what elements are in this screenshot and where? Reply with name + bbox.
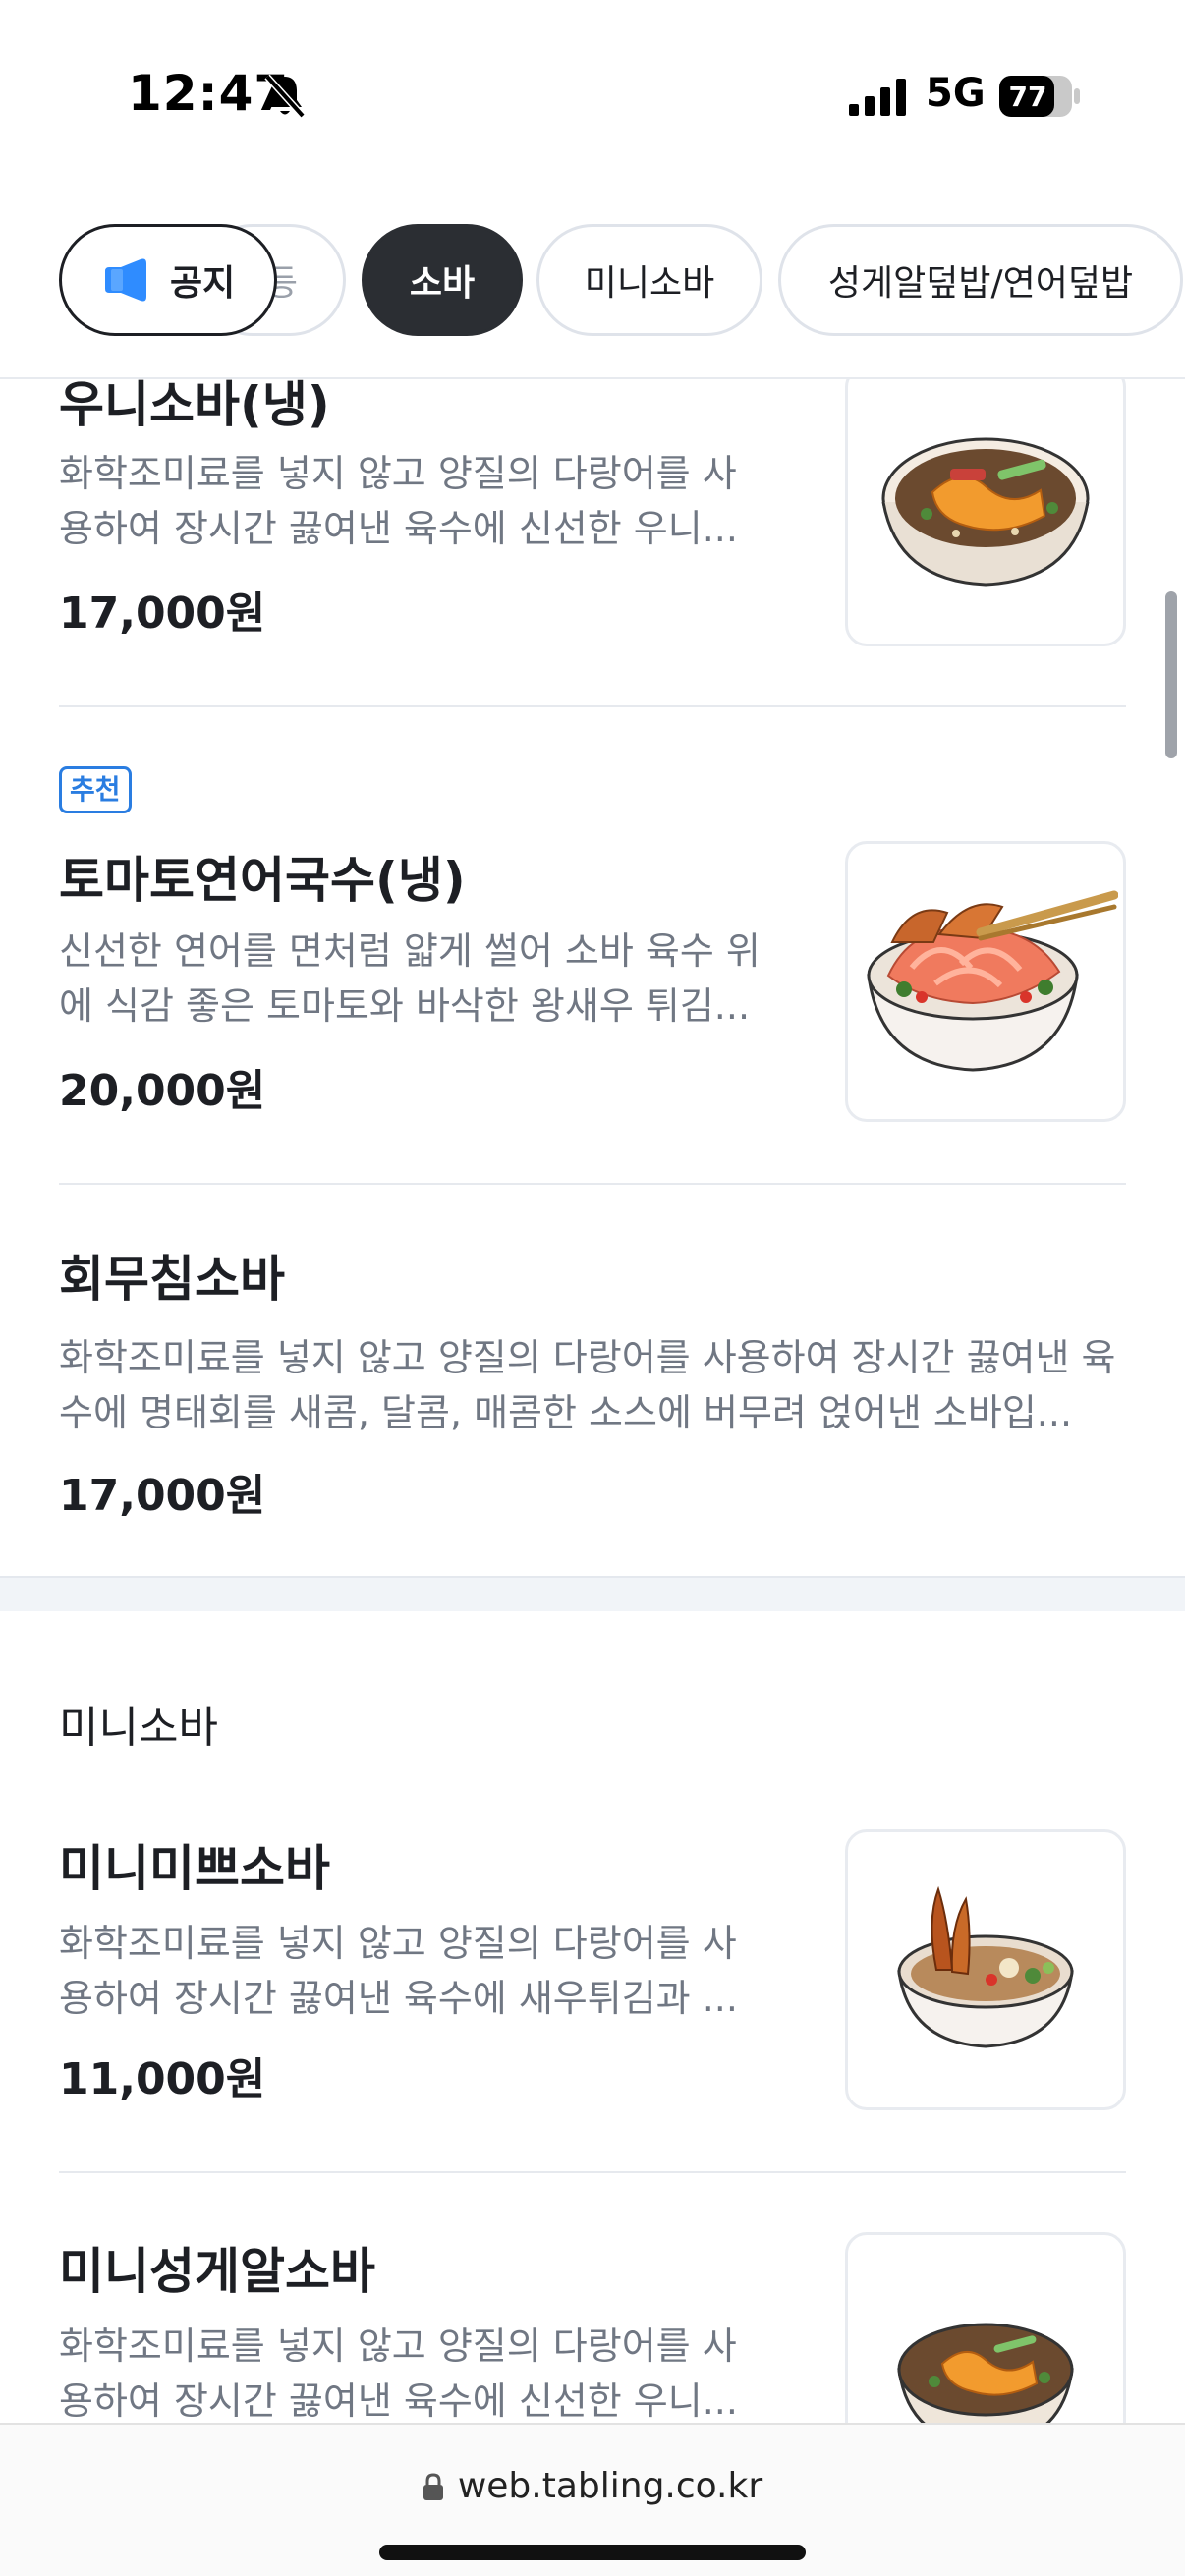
- tab-label: 소바: [409, 263, 476, 304]
- notice-label: 공지: [170, 263, 236, 304]
- shrimp-soba-image: [897, 1885, 1074, 2048]
- url-display[interactable]: web.tabling.co.kr: [0, 2466, 1185, 2506]
- tab-label: 미니소바: [584, 263, 715, 304]
- section-title-mini-soba: 미니소바: [59, 1703, 218, 1753]
- page: 12:47 5G 77 등 소바 미니소바 성게알덮밥/연어덮밥 공지 우니소바…: [0, 0, 1185, 2576]
- lock-icon: [423, 2472, 443, 2500]
- menu-divider: [59, 1183, 1126, 1185]
- menu-description: 화학조미료를 넣지 않고 양질의 다랑어를 사용하여 장시간 끓여낸 육수에 신…: [59, 452, 738, 550]
- scrollbar-thumb[interactable]: [1165, 591, 1177, 758]
- menu-item-mini-shrimp-soba[interactable]: 미니미쁘소바 화학조미료를 넣지 않고 양질의 다랑어를 사용하여 장시간 끓여…: [59, 1829, 1126, 2114]
- cellular-signal-icon: [849, 79, 906, 116]
- menu-description: 화학조미료를 넣지 않고 양질의 다랑어를 사용하여 장시간 끓여낸 육수에 신…: [59, 2324, 738, 2423]
- url-text: web.tabling.co.kr: [457, 2466, 763, 2506]
- recommend-badge: 추천: [59, 766, 132, 813]
- menu-name: 토마토연어국수(냉): [59, 852, 466, 909]
- tab-mini-soba[interactable]: 미니소바: [536, 224, 762, 336]
- notice-button[interactable]: 공지: [59, 224, 277, 336]
- menu-item-urchin-soba[interactable]: 우니소바(냉) 화학조미료를 넣지 않고 양질의 다랑어를 사용하여 장시간 끓…: [59, 356, 1126, 670]
- silent-bell-icon: [264, 74, 306, 119]
- menu-price: 20,000원: [59, 1066, 266, 1116]
- tab-label: 성게알덮밥/연어덮밥: [827, 263, 1134, 304]
- megaphone-icon: [105, 258, 146, 302]
- menu-name: 미니미쁘소바: [59, 1840, 330, 1897]
- section-separator: [0, 1576, 1185, 1611]
- menu-item-tomato-salmon-noodle[interactable]: 추천 토마토연어국수(냉) 신선한 연어를 면처럼 얇게 썰어 소바 육수 위에…: [59, 766, 1126, 1130]
- battery-level: 77: [1009, 81, 1047, 113]
- home-indicator[interactable]: [379, 2545, 806, 2560]
- menu-description: 화학조미료를 넣지 않고 양질의 다랑어를 사용하여 장시간 끓여낸 육수에 명…: [59, 1336, 1116, 1434]
- menu-price: 11,000원: [59, 2054, 266, 2104]
- menu-divider: [59, 705, 1126, 707]
- menu-price: 17,000원: [59, 1471, 266, 1521]
- soba-bowl-image: [881, 437, 1090, 587]
- menu-image: [845, 1829, 1126, 2110]
- menu-description: 화학조미료를 넣지 않고 양질의 다랑어를 사용하여 장시간 끓여낸 육수에 새…: [59, 1922, 738, 2020]
- browser-address-bar[interactable]: web.tabling.co.kr: [0, 2423, 1185, 2576]
- category-tabs: 등 소바 미니소바 성게알덮밥/연어덮밥 공지: [0, 196, 1185, 379]
- menu-name: 회무침소바: [59, 1251, 285, 1308]
- menu-description: 신선한 연어를 면처럼 얇게 썰어 소바 육수 위에 식감 좋은 토마토와 바삭…: [59, 929, 761, 1028]
- status-bar: 12:47 5G 77: [0, 0, 1185, 196]
- tab-soba[interactable]: 소바: [362, 224, 523, 336]
- menu-image: [845, 841, 1126, 1122]
- menu-divider: [59, 2171, 1126, 2173]
- menu-item-raw-fish-soba[interactable]: 회무침소바 화학조미료를 넣지 않고 양질의 다랑어를 사용하여 장시간 끓여낸…: [59, 1240, 1126, 1525]
- salmon-noodle-image: [867, 890, 1118, 1072]
- tab-sea-urchin-rice[interactable]: 성게알덮밥/연어덮밥: [778, 224, 1183, 336]
- battery-icon: 77: [999, 76, 1080, 117]
- menu-image: [845, 365, 1126, 646]
- menu-name: 미니성게알소바: [59, 2243, 375, 2300]
- network-label: 5G: [926, 71, 986, 116]
- menu-price: 17,000원: [59, 588, 266, 639]
